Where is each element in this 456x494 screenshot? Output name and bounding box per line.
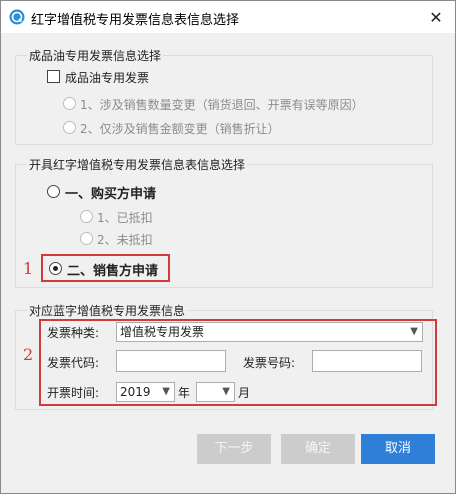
chevron-down-icon: ▼ [410, 326, 418, 337]
deducted-radio[interactable] [80, 210, 93, 223]
invoice-type-select[interactable]: 增值税专用发票 ▼ [116, 322, 423, 342]
amount-change-radio[interactable] [63, 121, 76, 134]
invoice-code-label: 发票代码: [47, 356, 100, 370]
not-deducted-label: 2、未抵扣 [97, 233, 153, 247]
quantity-change-label: 1、涉及销售数量变更（销货退回、开票有误等原因） [80, 98, 364, 112]
year-select[interactable]: 2019 ▼ [116, 382, 175, 402]
cancel-button[interactable]: 取消 [361, 434, 435, 464]
annotation-marker-2: 2 [23, 345, 34, 364]
buyer-apply-radio[interactable] [47, 185, 60, 198]
seller-apply-radio[interactable] [49, 262, 62, 275]
dialog-window: 红字增值税专用发票信息表信息选择 ✕ 成品油专用发票信息选择 成品油专用发票 1… [0, 0, 456, 494]
app-logo-icon [9, 9, 25, 25]
chevron-down-icon: ▼ [162, 386, 170, 397]
invoice-number-label: 发票号码: [243, 356, 296, 370]
year-value: 2019 [120, 385, 151, 399]
window-title: 红字增值税专用发票信息表信息选择 [31, 13, 240, 28]
refined-oil-group-title: 成品油专用发票信息选择 [27, 47, 164, 64]
buyer-apply-label: 一、购买方申请 [65, 187, 157, 202]
refined-oil-checkbox-label: 成品油专用发票 [65, 71, 150, 85]
issue-time-label: 开票时间: [47, 386, 100, 400]
confirm-button[interactable]: 确定 [281, 434, 355, 464]
quantity-change-radio[interactable] [63, 97, 76, 110]
annotation-marker-1: 1 [23, 259, 34, 278]
red-invoice-type-group-title: 开具红字增值税专用发票信息表信息选择 [27, 156, 248, 173]
not-deducted-radio[interactable] [80, 232, 93, 245]
invoice-code-input[interactable] [116, 350, 226, 372]
invoice-type-value: 增值税专用发票 [120, 325, 205, 339]
refined-oil-checkbox[interactable] [47, 70, 60, 83]
year-unit-label: 年 [178, 386, 191, 400]
month-select[interactable]: ▼ [196, 382, 235, 402]
invoice-number-input[interactable] [312, 350, 422, 372]
blue-invoice-info-group-title: 对应蓝字增值税专用发票信息 [27, 302, 188, 319]
deducted-label: 1、已抵扣 [97, 211, 153, 225]
seller-apply-label: 二、销售方申请 [67, 264, 159, 279]
close-icon[interactable]: ✕ [423, 5, 449, 29]
chevron-down-icon: ▼ [222, 386, 230, 397]
month-unit-label: 月 [238, 386, 251, 400]
invoice-type-label: 发票种类: [47, 326, 100, 340]
amount-change-label: 2、仅涉及销售金额变更（销售折让） [80, 122, 280, 136]
next-step-button[interactable]: 下一步 [197, 434, 271, 464]
title-bar: 红字增值税专用发票信息表信息选择 ✕ [1, 1, 455, 33]
